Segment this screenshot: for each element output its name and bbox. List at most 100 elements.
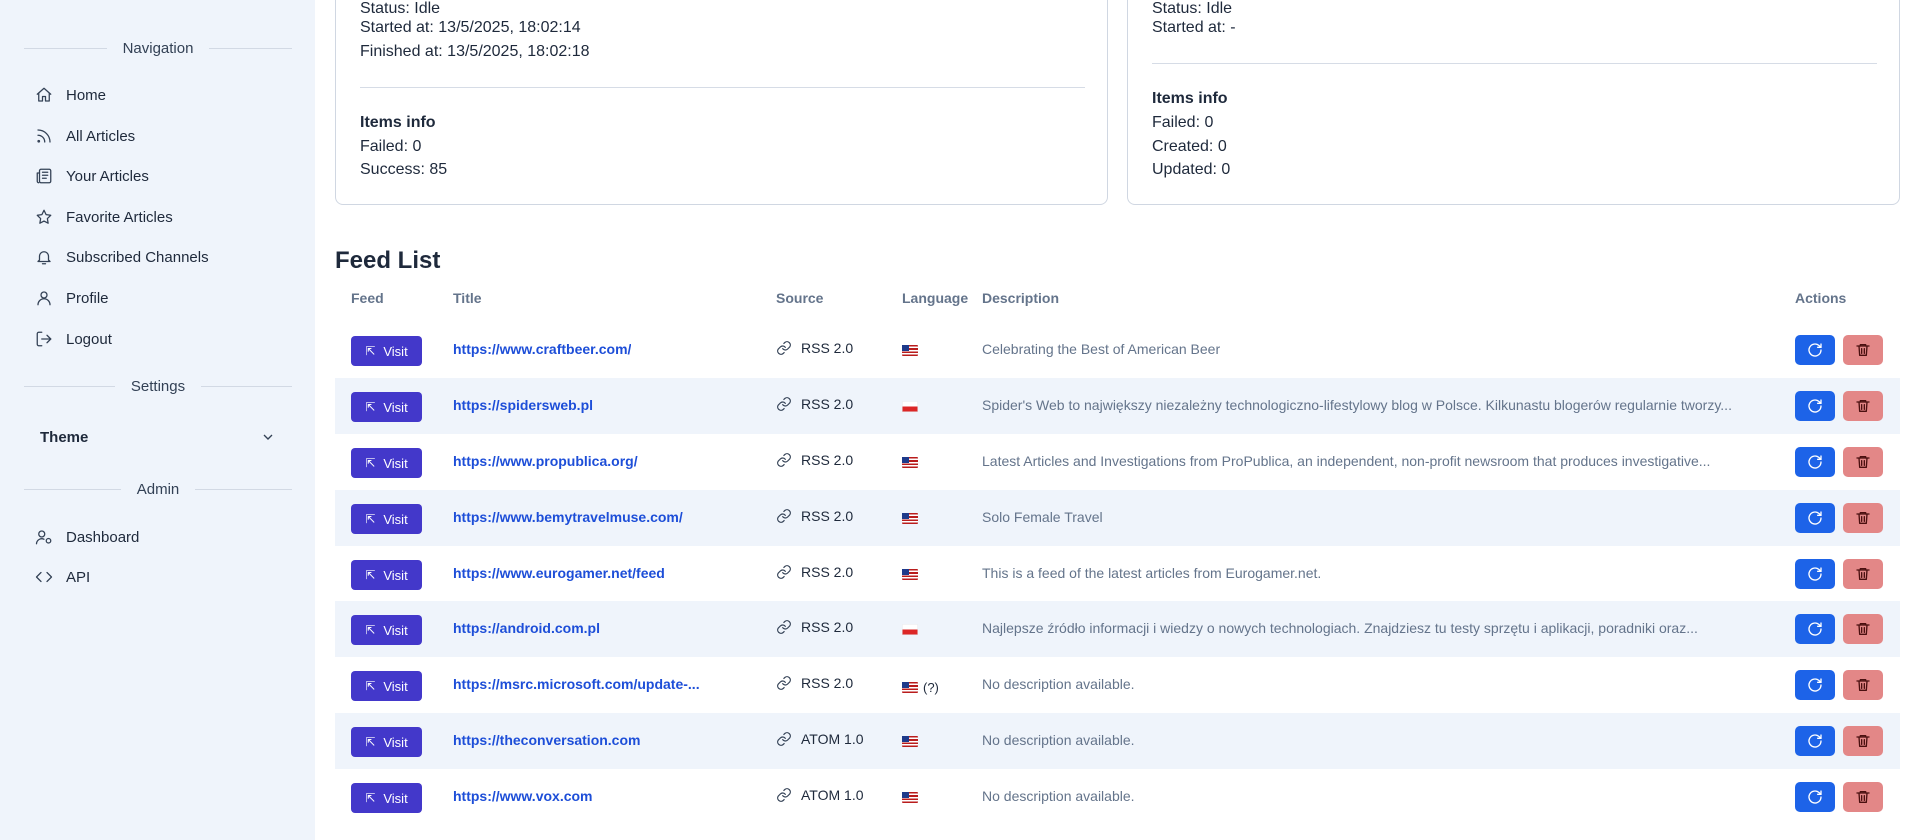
sidebar-item-label: Profile — [66, 289, 109, 307]
refresh-icon — [1808, 734, 1822, 748]
language-cell — [902, 624, 923, 635]
refresh-button[interactable] — [1795, 447, 1835, 477]
visit-button[interactable]: ⇱ Visit — [351, 727, 422, 757]
refresh-button[interactable] — [1795, 559, 1835, 589]
feed-title-link[interactable]: https://www.propublica.org/ — [453, 453, 638, 469]
sidebar-item-favorite-articles[interactable]: Favorite Articles — [35, 205, 173, 229]
column-header-source: Source — [776, 290, 824, 306]
flag-us-icon — [902, 457, 918, 468]
delete-button[interactable] — [1843, 503, 1883, 533]
visit-button[interactable]: ⇱ Visit — [351, 448, 422, 478]
feed-title-link[interactable]: https://www.eurogamer.net/feed — [453, 565, 665, 581]
visit-button[interactable]: ⇱ Visit — [351, 783, 422, 813]
sidebar-item-label: Subscribed Channels — [66, 248, 209, 266]
trash-icon — [1856, 400, 1870, 412]
sidebar-item-your-articles[interactable]: Your Articles — [35, 164, 149, 188]
sidebar-item-profile[interactable]: Profile — [35, 286, 109, 310]
external-link-icon: ⇱ — [365, 344, 376, 358]
visit-button[interactable]: ⇱ Visit — [351, 336, 422, 366]
flag-us-icon — [902, 569, 918, 580]
refresh-button[interactable] — [1795, 782, 1835, 812]
items-info-heading: Items info — [1152, 90, 1228, 107]
refresh-icon — [1808, 511, 1822, 525]
sidebar-item-dashboard[interactable]: Dashboard — [35, 525, 139, 549]
flag-us-icon — [902, 682, 918, 693]
source-cell: RSS 2.0 — [776, 675, 853, 691]
table-row: ⇱ Visit https://www.vox.com ATOM 1.0 No … — [335, 769, 1900, 825]
external-link-icon: ⇱ — [365, 623, 376, 637]
sidebar-item-subscribed-channels[interactable]: Subscribed Channels — [35, 245, 209, 269]
feed-title-link[interactable]: https://theconversation.com — [453, 732, 640, 748]
feed-title-link[interactable]: https://msrc.microsoft.com/update-... — [453, 676, 700, 692]
refresh-button[interactable] — [1795, 391, 1835, 421]
refresh-button[interactable] — [1795, 614, 1835, 644]
visit-button[interactable]: ⇱ Visit — [351, 392, 422, 422]
sidebar-item-label: Dashboard — [66, 528, 140, 546]
refresh-button[interactable] — [1795, 335, 1835, 365]
delete-button[interactable] — [1843, 391, 1883, 421]
table-row: ⇱ Visit https://spidersweb.pl RSS 2.0 Sp… — [335, 378, 1900, 434]
table-row: ⇱ Visit https://www.eurogamer.net/feed R… — [335, 546, 1900, 602]
delete-button[interactable] — [1843, 670, 1883, 700]
feed-title-link[interactable]: https://www.craftbeer.com/ — [453, 341, 631, 357]
failed-line: Failed: 0 — [1152, 114, 1214, 131]
sidebar-item-label: API — [66, 568, 91, 586]
flag-us-icon — [902, 345, 918, 356]
created-line: Created: 0 — [1152, 138, 1227, 155]
external-link-icon: ⇱ — [365, 512, 376, 526]
theme-dropdown[interactable]: Theme — [40, 425, 276, 449]
visit-button[interactable]: ⇱ Visit — [351, 504, 422, 534]
table-row: ⇱ Visit https://android.com.pl RSS 2.0 N… — [335, 601, 1900, 657]
link-icon — [777, 620, 791, 634]
column-header-actions: Actions — [1795, 290, 1847, 306]
sidebar-item-home[interactable]: Home — [35, 83, 106, 107]
delete-button[interactable] — [1843, 335, 1883, 365]
feed-title-link[interactable]: https://spidersweb.pl — [453, 397, 593, 413]
link-icon — [777, 732, 791, 746]
visit-button[interactable]: ⇱ Visit — [351, 560, 422, 590]
trash-icon — [1856, 735, 1870, 747]
feed-title-link[interactable]: https://android.com.pl — [453, 620, 600, 636]
started-line: Started at: - — [1152, 19, 1236, 36]
sidebar-item-all-articles[interactable]: All Articles — [35, 124, 135, 148]
table-row: ⇱ Visit https://www.bemytravelmuse.com/ … — [335, 490, 1900, 546]
language-cell: (?) — [902, 680, 939, 695]
language-cell — [902, 736, 923, 747]
trash-icon — [1856, 623, 1870, 635]
refresh-icon — [1808, 455, 1822, 469]
delete-button[interactable] — [1843, 447, 1883, 477]
language-cell — [902, 345, 923, 356]
refresh-icon — [1808, 790, 1822, 804]
visit-button[interactable]: ⇱ Visit — [351, 671, 422, 701]
sidebar-item-api[interactable]: API — [35, 565, 90, 589]
flag-us-icon — [902, 513, 918, 524]
finished-line: Finished at: 13/5/2025, 18:02:18 — [360, 43, 590, 60]
delete-button[interactable] — [1843, 614, 1883, 644]
language-cell — [902, 513, 923, 524]
description-cell: No description available. — [982, 732, 1135, 748]
feed-title-link[interactable]: https://www.bemytravelmuse.com/ — [453, 509, 683, 525]
feed-title-link[interactable]: https://www.vox.com — [453, 788, 593, 804]
trash-icon — [1856, 791, 1870, 803]
delete-button[interactable] — [1843, 559, 1883, 589]
source-cell: RSS 2.0 — [776, 508, 853, 524]
sidebar-item-logout[interactable]: Logout — [35, 327, 112, 351]
refresh-button[interactable] — [1795, 726, 1835, 756]
external-link-icon: ⇱ — [365, 456, 376, 470]
refresh-button[interactable] — [1795, 670, 1835, 700]
description-cell: Celebrating the Best of American Beer — [982, 341, 1221, 357]
refresh-button[interactable] — [1795, 503, 1835, 533]
trash-icon — [1856, 344, 1870, 356]
column-header-language: Language — [902, 290, 969, 306]
link-icon — [777, 788, 791, 802]
delete-button[interactable] — [1843, 782, 1883, 812]
language-cell — [902, 569, 923, 580]
external-link-icon: ⇱ — [365, 791, 376, 805]
chevron-down-icon — [263, 434, 273, 440]
table-row: ⇱ Visit https://theconversation.com ATOM… — [335, 713, 1900, 769]
source-cell: RSS 2.0 — [776, 452, 853, 468]
flag-pl-icon — [902, 401, 918, 412]
flag-us-icon — [902, 736, 918, 747]
visit-button[interactable]: ⇱ Visit — [351, 615, 422, 645]
delete-button[interactable] — [1843, 726, 1883, 756]
